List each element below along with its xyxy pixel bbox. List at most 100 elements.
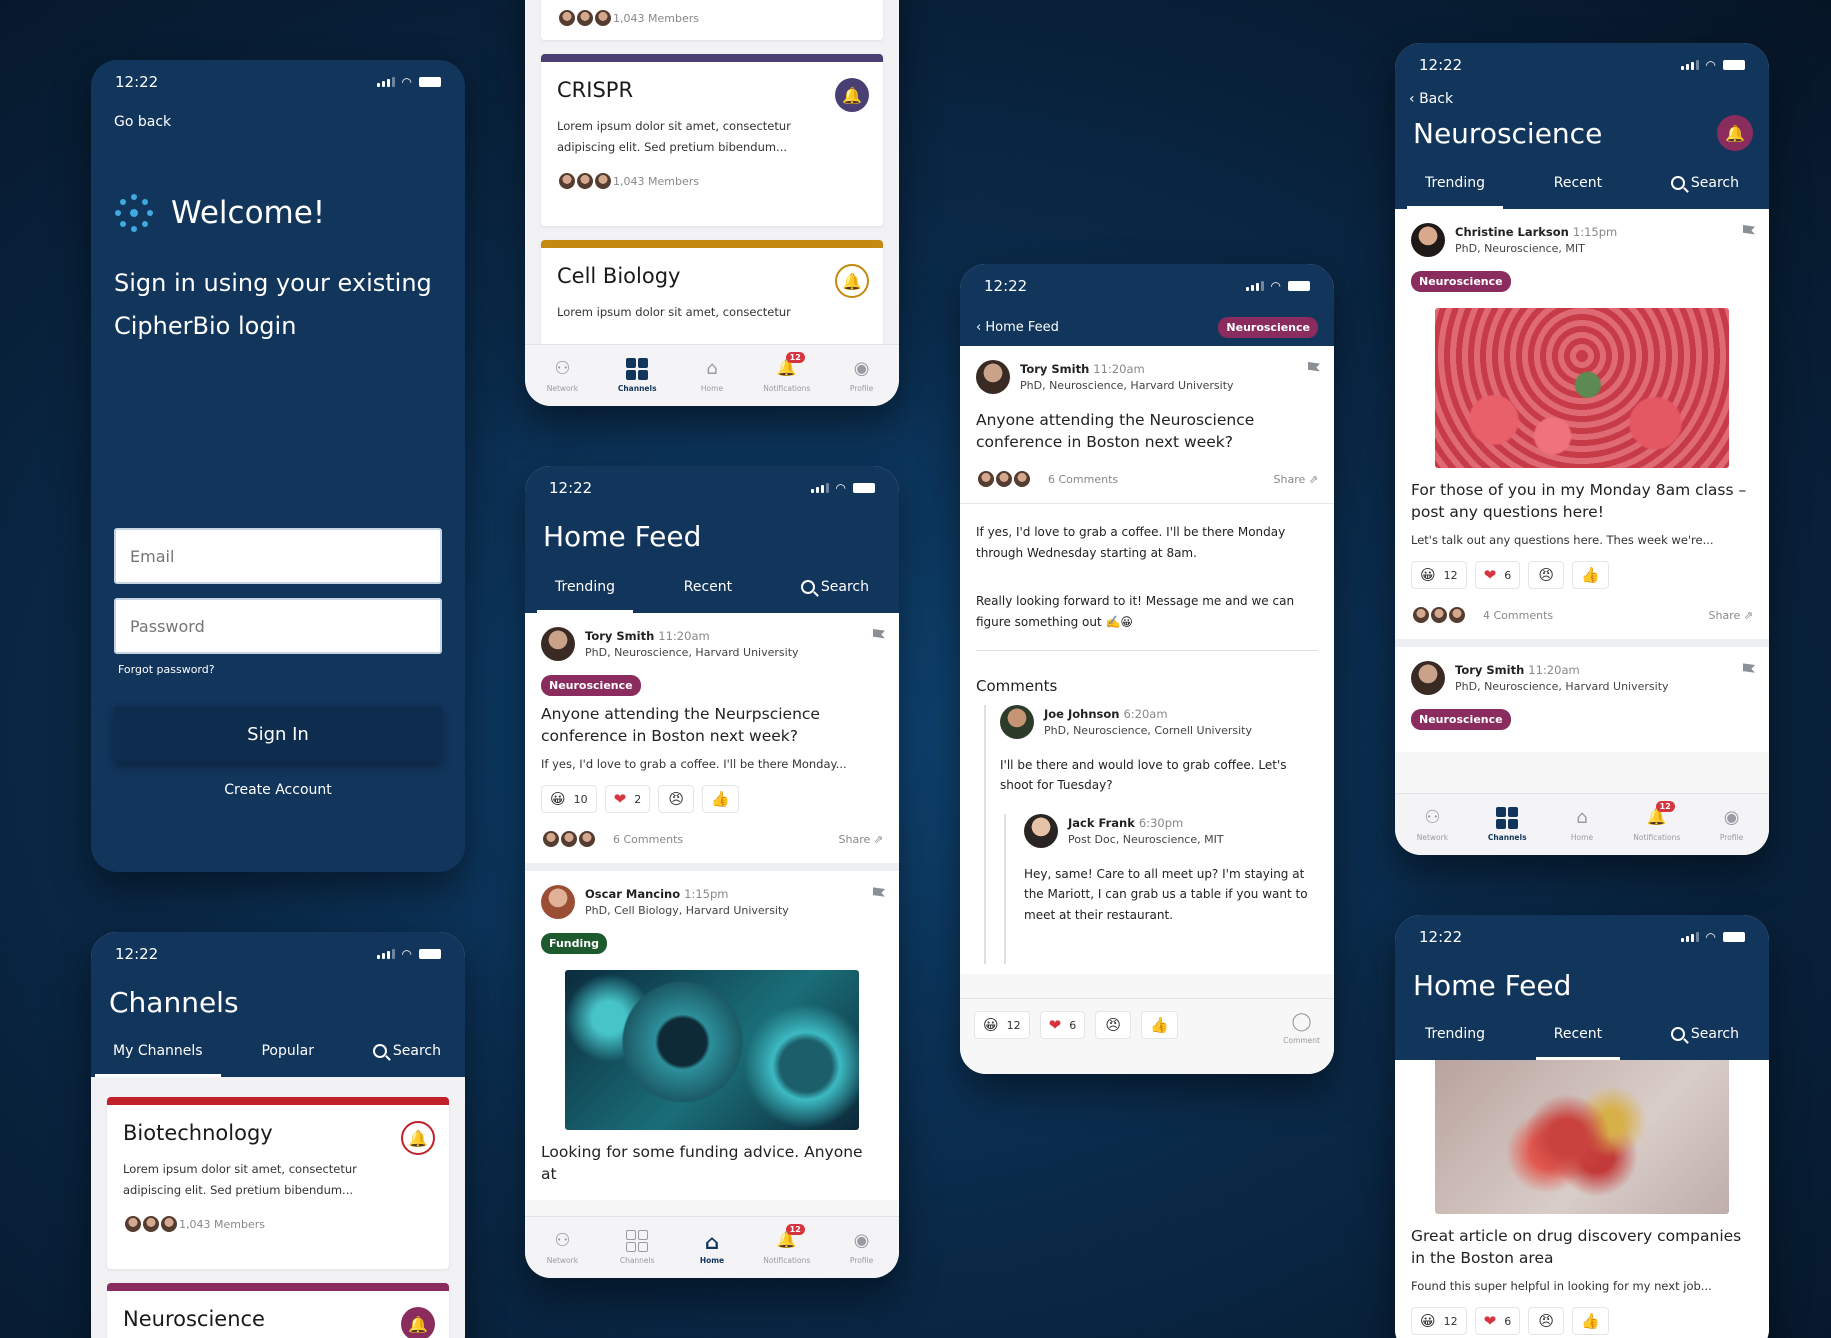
avatar[interactable] [1411,223,1445,257]
back-button[interactable]: ‹ Home Feed [976,320,1059,335]
avatar[interactable] [1024,813,1058,848]
nav-profile[interactable]: ◉ Profile [834,358,890,393]
grid-icon [626,358,649,380]
comment-count[interactable]: 4 Comments [1483,609,1553,622]
avatar[interactable] [1411,661,1445,696]
create-account-link[interactable]: Create Account [91,782,465,798]
nav-channels[interactable]: Channels [1479,807,1535,842]
reaction-thumbs[interactable]: 👍 [1572,561,1609,590]
nav-network[interactable]: ⚇ Network [534,1230,590,1265]
nav-home[interactable]: ⌂ Home [684,1230,740,1265]
bell-icon[interactable]: 🔔 [835,78,869,112]
channel-card-cell-biology[interactable]: Cell Biology 🔔 Lorem ipsum dolor sit ame… [541,240,883,350]
tab-search[interactable]: Search [1670,1010,1739,1058]
share-button[interactable]: Share ⇗ [1274,473,1318,486]
nav-notifications[interactable]: 🔔 12 Notifications [759,352,815,393]
tab-popular[interactable]: Popular [261,1027,314,1075]
angry-icon: 😠 [1105,1016,1122,1034]
comment-button[interactable]: ◯ Comment [1283,1011,1320,1045]
reaction-angry[interactable]: 😠 [1528,561,1565,590]
reaction-smile[interactable]: 😀 10 [541,785,597,814]
status-time: 12:22 [984,277,1028,295]
share-button[interactable]: Share ⇗ [839,833,883,846]
nav-home[interactable]: ⌂ Home [1554,807,1610,842]
go-back-link[interactable]: Go back [91,104,465,140]
tab-recent[interactable]: Recent [1535,1010,1621,1060]
reaction-angry[interactable]: 😠 [1528,1307,1565,1336]
forgot-password-link[interactable]: Forgot password? [118,663,215,676]
reaction-smile[interactable]: 😀 12 [974,1011,1030,1039]
reaction-smile[interactable]: 😀 12 [1411,561,1467,590]
comment-count[interactable]: 6 Comments [613,833,683,846]
tab-trending[interactable]: Trending [537,563,633,613]
sign-in-button[interactable]: Sign In [114,706,442,762]
reaction-heart[interactable]: ❤ 6 [1039,1011,1086,1039]
email-field[interactable] [114,528,442,584]
topic-badge[interactable]: Funding [541,933,607,955]
password-field[interactable] [114,598,442,654]
channel-card-biotechnology[interactable]: Biotechnology 🔔 Lorem ipsum dolor sit am… [107,1097,449,1269]
network-icon: ⚇ [554,1230,571,1251]
reaction-heart[interactable]: ❤ 6 [1474,561,1521,590]
comment-count[interactable]: 6 Comments [1048,473,1118,486]
tab-search[interactable]: Search [800,563,869,611]
topic-badge[interactable]: Neuroscience [1411,271,1511,292]
reaction-angry[interactable]: 😠 [1095,1011,1132,1039]
comment-text: Hey, same! Care to all meet up? I'm stay… [1024,866,1308,922]
reaction-heart[interactable]: ❤ 2 [604,785,651,814]
nav-notifications[interactable]: 🔔 12 Notifications [1629,801,1685,842]
share-button[interactable]: Share ⇗ [1709,609,1753,622]
tab-trending[interactable]: Trending [1407,159,1503,209]
tab-my-channels[interactable]: My Channels [95,1027,221,1077]
nav-profile[interactable]: ◉ Profile [834,1230,890,1265]
avatar[interactable] [541,885,575,920]
avatar[interactable] [541,627,575,661]
nav-channels[interactable]: Channels [609,358,665,393]
reaction-heart[interactable]: ❤ 6 [1474,1307,1521,1336]
post-card[interactable]: Tory Smith 11:20am PhD, Neuroscience, Har… [1395,647,1769,753]
post-image-cells[interactable] [1435,308,1729,468]
reaction-angry[interactable]: 😠 [658,785,695,814]
reaction-smile[interactable]: 😀 12 [1411,1307,1467,1336]
members-row: 1,043 Members [557,171,867,192]
nav-network[interactable]: ⚇ Network [1404,807,1460,842]
nav-profile[interactable]: ◉ Profile [1704,807,1760,842]
nav-home[interactable]: ⌂ Home [684,358,740,393]
member-avatars [557,8,613,28]
channel-card-partial[interactable]: 1,043 Members [541,0,883,40]
post-card[interactable]: Great article on drug discovery companie… [1395,1060,1769,1338]
channel-pill[interactable]: Neuroscience [1218,316,1318,338]
tab-search[interactable]: Search [1670,159,1739,207]
bell-icon[interactable]: 🔔 [401,1121,435,1155]
bell-icon[interactable]: 🔔 [401,1307,435,1338]
bell-icon[interactable]: 🔔 [1717,115,1753,151]
post-card[interactable]: Oscar Mancino 1:15pm PhD, Cell Biology, H… [525,871,899,1200]
tab-search[interactable]: Search [372,1027,441,1075]
status-time: 12:22 [115,945,159,963]
topic-badge[interactable]: Neuroscience [1411,709,1511,731]
channel-card-neuroscience[interactable]: Neuroscience 🔔 [107,1283,449,1338]
nav-network[interactable]: ⚇ Network [534,358,590,393]
bell-icon[interactable]: 🔔 [835,264,869,298]
post-card: Tory Smith 11:20am PhD, Neuroscience, Har… [960,346,1334,505]
post-card[interactable]: Tory Smith 11:20am PhD, Neuroscience, Har… [525,613,899,872]
back-button[interactable]: ‹ Back [1395,87,1769,111]
channel-card-crispr[interactable]: CRISPR 🔔 Lorem ipsum dolor sit amet, con… [541,54,883,226]
reaction-thumbs[interactable]: 👍 [1141,1011,1178,1039]
tab-trending[interactable]: Trending [1425,1010,1485,1058]
heart-icon: ❤ [1483,566,1497,585]
topic-badge[interactable]: Neuroscience [541,675,641,696]
tab-recent[interactable]: Recent [684,563,732,611]
post-card[interactable]: Christine Larkson 1:15pm PhD, Neuroscienc… [1395,209,1769,648]
post-image-cells[interactable] [565,970,859,1131]
title-row: Neuroscience 🔔 [1395,111,1769,151]
nav-notifications[interactable]: 🔔 12 Notifications [759,1224,815,1265]
tab-recent[interactable]: Recent [1554,159,1602,207]
avatar[interactable] [1000,704,1034,739]
avatar[interactable] [976,360,1010,394]
post-image-molecule[interactable] [1435,1060,1729,1214]
reaction-thumbs[interactable]: 👍 [702,785,739,814]
author-affiliation: PhD, Cell Biology, Harvard University [585,904,789,918]
nav-channels[interactable]: Channels [609,1230,665,1265]
reaction-thumbs[interactable]: 👍 [1572,1307,1609,1336]
